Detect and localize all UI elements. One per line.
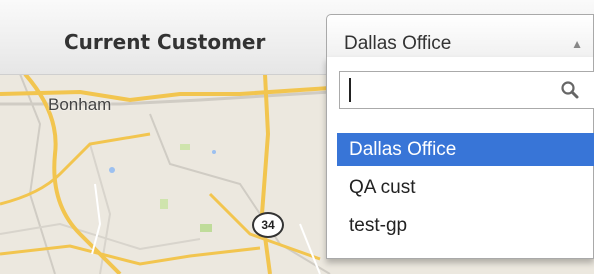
customer-select-value: Dallas Office	[344, 33, 452, 54]
search-icon[interactable]	[560, 80, 580, 105]
customer-search-box[interactable]	[339, 71, 594, 109]
arrow-up-icon[interactable]: ▲	[571, 37, 583, 51]
option-dallas-office[interactable]: Dallas Office	[337, 133, 594, 166]
option-qa-cust[interactable]: QA cust	[337, 171, 594, 204]
current-customer-label: Current Customer	[64, 30, 266, 54]
option-test-gp[interactable]: test-gp	[337, 209, 594, 242]
route-shield: 34	[252, 212, 284, 238]
customer-search-input[interactable]	[346, 76, 560, 106]
customer-select[interactable]: Dallas Office ▲	[326, 14, 594, 58]
route-shield-number: 34	[261, 218, 275, 232]
customer-dropdown: Dallas Office QA cust test-gp	[326, 57, 594, 259]
map-place-label: Bonham	[48, 95, 112, 114]
